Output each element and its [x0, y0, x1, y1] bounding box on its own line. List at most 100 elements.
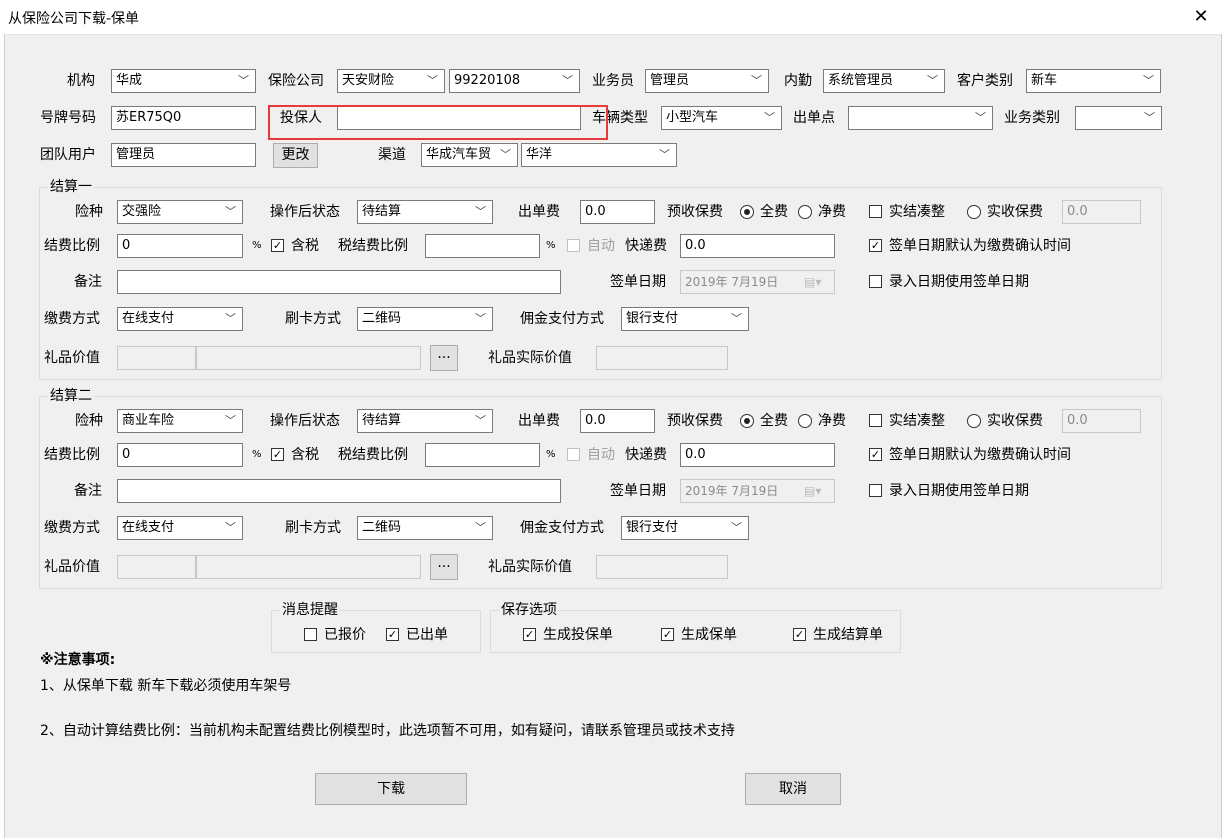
- s1-tax-checkbox[interactable]: ✓: [271, 239, 284, 252]
- plate-input[interactable]: 苏ER75Q0: [111, 106, 256, 130]
- chevron-down-icon[interactable]: ﹀: [1144, 107, 1155, 129]
- s2-gift-browse-button[interactable]: ···: [430, 554, 458, 580]
- chevron-down-icon[interactable]: ﹀: [225, 201, 236, 223]
- gen-proposal-checkbox[interactable]: ✓: [523, 628, 536, 641]
- chevron-down-icon[interactable]: ﹀: [731, 308, 742, 330]
- outlet-label: 出单点: [793, 110, 835, 126]
- s1-express-input[interactable]: 0.0: [680, 234, 835, 258]
- s2-comm-label: 佣金支付方式: [520, 520, 604, 536]
- s1-tax-ratio-input[interactable]: [425, 234, 540, 258]
- s1-card-select[interactable]: 二维码 ﹀: [357, 307, 493, 331]
- biz-type-select[interactable]: ﹀: [1075, 106, 1162, 130]
- salesman-label: 业务员: [592, 73, 634, 89]
- s1-remark-input[interactable]: [117, 270, 561, 294]
- chevron-down-icon[interactable]: ﹀: [427, 70, 438, 92]
- notes-title: ※注意事项:: [40, 652, 116, 668]
- chevron-down-icon[interactable]: ﹀: [975, 107, 986, 129]
- s2-tax-ratio-input[interactable]: [425, 443, 540, 467]
- s2-full-fee-radio[interactable]: [740, 414, 754, 428]
- download-button[interactable]: 下载: [315, 773, 467, 805]
- customer-type-select[interactable]: 新车 ﹀: [1026, 69, 1161, 93]
- s2-auto-checkbox[interactable]: [567, 448, 580, 461]
- vehicle-type-select[interactable]: 小型汽车 ﹀: [661, 106, 782, 130]
- s2-roundup-checkbox[interactable]: [869, 414, 882, 427]
- outlet-select[interactable]: ﹀: [848, 106, 993, 130]
- s2-express-input[interactable]: 0.0: [680, 443, 835, 467]
- s2-sign-default-checkbox[interactable]: ✓: [869, 448, 882, 461]
- s2-entry-date-checkbox[interactable]: [869, 484, 882, 497]
- channel-select[interactable]: 华成汽车贸 ﹀: [421, 143, 518, 167]
- customer-type-label: 客户类别: [957, 73, 1013, 89]
- s1-status-select[interactable]: 待结算 ﹀: [357, 200, 493, 224]
- chevron-down-icon[interactable]: ﹀: [475, 410, 486, 432]
- team-user-input[interactable]: 管理员: [111, 143, 256, 167]
- s1-actual-premium-label: 实收保费: [987, 204, 1043, 220]
- s1-net-fee-radio[interactable]: [798, 205, 812, 219]
- chevron-down-icon[interactable]: ﹀: [238, 70, 249, 92]
- s1-gift-input-2: [196, 346, 421, 370]
- insurer-code-select[interactable]: 99220108 ﹀: [449, 69, 580, 93]
- chevron-down-icon[interactable]: ﹀: [475, 201, 486, 223]
- s1-kind-select[interactable]: 交强险 ﹀: [117, 200, 243, 224]
- s2-fee-input[interactable]: 0.0: [580, 409, 655, 433]
- gen-policy-checkbox[interactable]: ✓: [661, 628, 674, 641]
- s2-comm-select[interactable]: 银行支付 ﹀: [621, 516, 749, 540]
- chevron-down-icon[interactable]: ﹀: [751, 70, 762, 92]
- s1-comm-select[interactable]: 银行支付 ﹀: [621, 307, 749, 331]
- cancel-button[interactable]: 取消: [745, 773, 841, 805]
- s2-actual-premium-radio[interactable]: [967, 414, 981, 428]
- salesman-select[interactable]: 管理员 ﹀: [645, 69, 769, 93]
- chevron-down-icon[interactable]: ﹀: [225, 517, 236, 539]
- chevron-down-icon[interactable]: ﹀: [475, 308, 486, 330]
- s1-gift-browse-button[interactable]: ···: [430, 345, 458, 371]
- s2-ratio-input[interactable]: 0: [117, 443, 243, 467]
- note-line-2: 2、自动计算结费比例：当前机构未配置结费比例模型时，此选项暂不可用，如有疑问，请…: [40, 723, 735, 739]
- note-line-1: 1、从保单下载 新车下载必须使用车架号: [40, 678, 292, 694]
- s2-roundup-label: 实结凑整: [889, 413, 945, 429]
- s1-remark-label: 备注: [74, 274, 102, 290]
- org-select[interactable]: 华成 ﹀: [111, 69, 256, 93]
- s1-fee-input[interactable]: 0.0: [580, 200, 655, 224]
- gen-settlement-checkbox[interactable]: ✓: [793, 628, 806, 641]
- chevron-down-icon[interactable]: ﹀: [475, 517, 486, 539]
- change-button[interactable]: 更改: [273, 143, 318, 168]
- s1-ratio-input[interactable]: 0: [117, 234, 243, 258]
- issued-checkbox[interactable]: ✓: [386, 628, 399, 641]
- chevron-down-icon[interactable]: ﹀: [764, 107, 775, 129]
- s2-group-title: 结算二: [48, 387, 94, 405]
- s1-express-label: 快递费: [625, 238, 667, 254]
- plate-label: 号牌号码: [40, 110, 96, 126]
- staff-select[interactable]: 系统管理员 ﹀: [823, 69, 945, 93]
- s2-pay-select[interactable]: 在线支付 ﹀: [117, 516, 243, 540]
- s2-tax-checkbox[interactable]: ✓: [271, 448, 284, 461]
- s2-kind-select[interactable]: 商业车险 ﹀: [117, 409, 243, 433]
- insurer-select[interactable]: 天安财险 ﹀: [337, 69, 445, 93]
- chevron-down-icon[interactable]: ﹀: [225, 410, 236, 432]
- s2-net-fee-radio[interactable]: [798, 414, 812, 428]
- chevron-down-icon[interactable]: ﹀: [562, 70, 573, 92]
- s1-gift-actual-input: [596, 346, 728, 370]
- team-user-label: 团队用户: [40, 147, 96, 163]
- s1-gift-label: 礼品价值: [44, 350, 100, 366]
- s1-fee-label: 出单费: [518, 204, 560, 220]
- s1-roundup-checkbox[interactable]: [869, 205, 882, 218]
- s1-full-fee-radio[interactable]: [740, 205, 754, 219]
- s1-auto-checkbox[interactable]: [567, 239, 580, 252]
- s1-sign-default-checkbox[interactable]: ✓: [869, 239, 882, 252]
- s1-entry-date-checkbox[interactable]: [869, 275, 882, 288]
- s1-kind-label: 险种: [75, 204, 103, 220]
- chevron-down-icon[interactable]: ﹀: [225, 308, 236, 330]
- chevron-down-icon[interactable]: ﹀: [500, 144, 511, 166]
- s1-pay-select[interactable]: 在线支付 ﹀: [117, 307, 243, 331]
- chevron-down-icon[interactable]: ﹀: [1143, 70, 1154, 92]
- s2-remark-input[interactable]: [117, 479, 561, 503]
- s1-actual-premium-radio[interactable]: [967, 205, 981, 219]
- s2-card-select[interactable]: 二维码 ﹀: [357, 516, 493, 540]
- chevron-down-icon[interactable]: ﹀: [731, 517, 742, 539]
- chevron-down-icon[interactable]: ﹀: [927, 70, 938, 92]
- chevron-down-icon[interactable]: ﹀: [659, 144, 670, 166]
- s2-status-select[interactable]: 待结算 ﹀: [357, 409, 493, 433]
- quoted-checkbox[interactable]: [304, 628, 317, 641]
- channel-sub-select[interactable]: 华洋 ﹀: [521, 143, 677, 167]
- close-icon[interactable]: ✕: [1186, 4, 1216, 30]
